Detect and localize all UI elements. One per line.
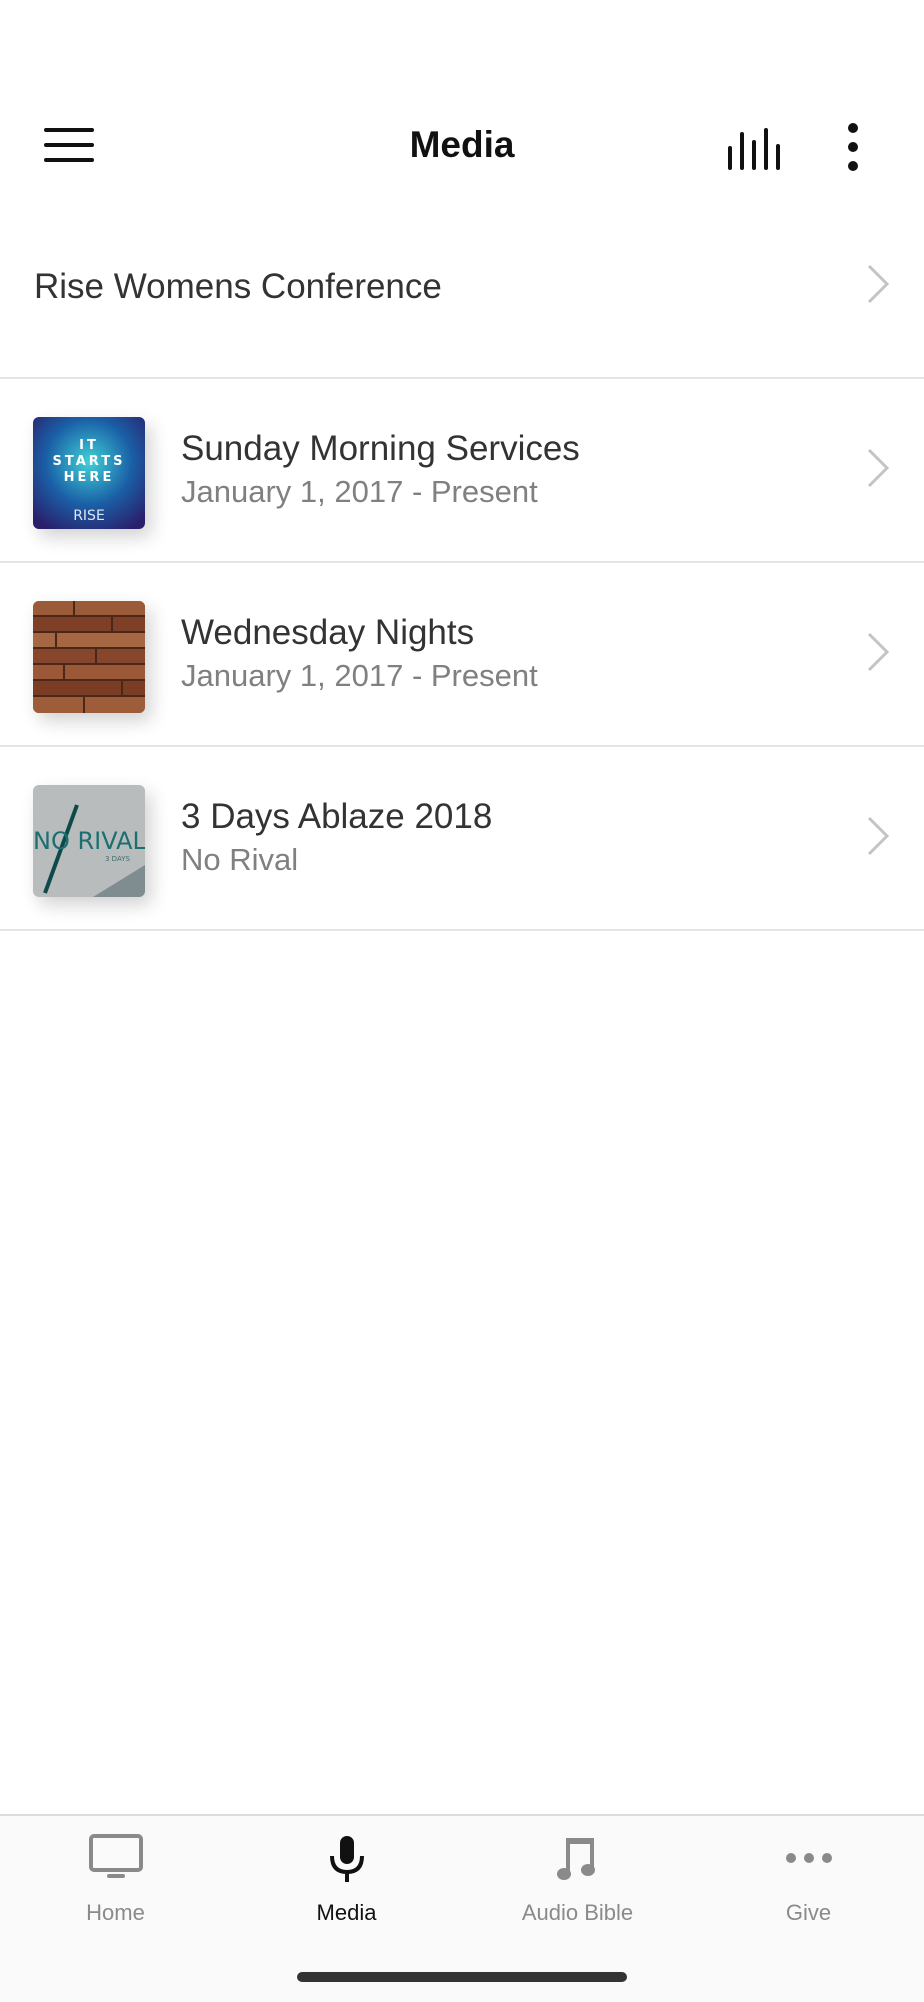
tab-give[interactable]: Give bbox=[693, 1816, 924, 1956]
list-item-sunday-morning-services[interactable]: IT STARTS HERE RISE Sunday Morning Servi… bbox=[0, 379, 924, 563]
page-title: Media bbox=[409, 124, 515, 165]
sunday-morning-thumbnail: IT STARTS HERE RISE bbox=[33, 417, 145, 529]
chevron-right-icon bbox=[867, 264, 890, 304]
tab-label: Audio Bible bbox=[521, 1900, 634, 1925]
list-item-subtitle: January 1, 2017 - Present bbox=[181, 658, 538, 693]
list-item-subtitle: No Rival bbox=[181, 842, 299, 877]
tab-label: Media bbox=[316, 1900, 377, 1925]
vertical-ellipsis-icon[interactable] bbox=[838, 122, 868, 172]
list-item-subtitle: January 1, 2017 - Present bbox=[181, 474, 538, 509]
chevron-right-icon bbox=[867, 448, 890, 488]
list-item-rise-womens-conference[interactable]: Rise Womens Conference bbox=[0, 195, 924, 379]
microphone-icon bbox=[329, 1836, 364, 1882]
app-header: Media bbox=[0, 90, 924, 200]
svg-text:NO RIVAL: NO RIVAL bbox=[33, 827, 145, 855]
music-note-icon bbox=[556, 1838, 595, 1880]
chevron-right-icon bbox=[867, 816, 890, 856]
list-item-title: Sunday Morning Services bbox=[181, 429, 580, 468]
svg-text:HERE: HERE bbox=[64, 470, 115, 485]
list-item-title: Wednesday Nights bbox=[181, 613, 475, 652]
ellipsis-icon bbox=[785, 1853, 832, 1863]
home-indicator bbox=[297, 1972, 627, 1982]
list-item-3-days-ablaze[interactable]: NO RIVAL 3 DAYS 3 Days Ablaze 2018 No Ri… bbox=[0, 747, 924, 931]
list-item-label: Rise Womens Conference bbox=[34, 267, 442, 306]
svg-text:STARTS: STARTS bbox=[53, 454, 126, 469]
svg-text:3 DAYS: 3 DAYS bbox=[105, 855, 130, 863]
chevron-right-icon bbox=[867, 632, 890, 672]
svg-text:RISE: RISE bbox=[73, 508, 105, 524]
tab-label: Give bbox=[785, 1900, 832, 1925]
tab-audio-bible[interactable]: Audio Bible bbox=[462, 1816, 693, 1956]
media-list: Rise Womens Conference IT STARTS HERE RI… bbox=[0, 195, 924, 931]
tab-home[interactable]: Home bbox=[0, 1816, 231, 1956]
list-item-wednesday-nights[interactable]: Wednesday Nights January 1, 2017 - Prese… bbox=[0, 563, 924, 747]
svg-text:IT: IT bbox=[79, 438, 99, 453]
list-item-title: 3 Days Ablaze 2018 bbox=[181, 797, 493, 836]
tab-media[interactable]: Media bbox=[231, 1816, 462, 1956]
tab-label: Home bbox=[86, 1900, 145, 1925]
audio-bars-icon[interactable] bbox=[726, 126, 782, 170]
tv-icon bbox=[88, 1834, 143, 1878]
wednesday-nights-thumbnail bbox=[33, 601, 145, 713]
3-days-ablaze-thumbnail: NO RIVAL 3 DAYS bbox=[33, 785, 145, 897]
